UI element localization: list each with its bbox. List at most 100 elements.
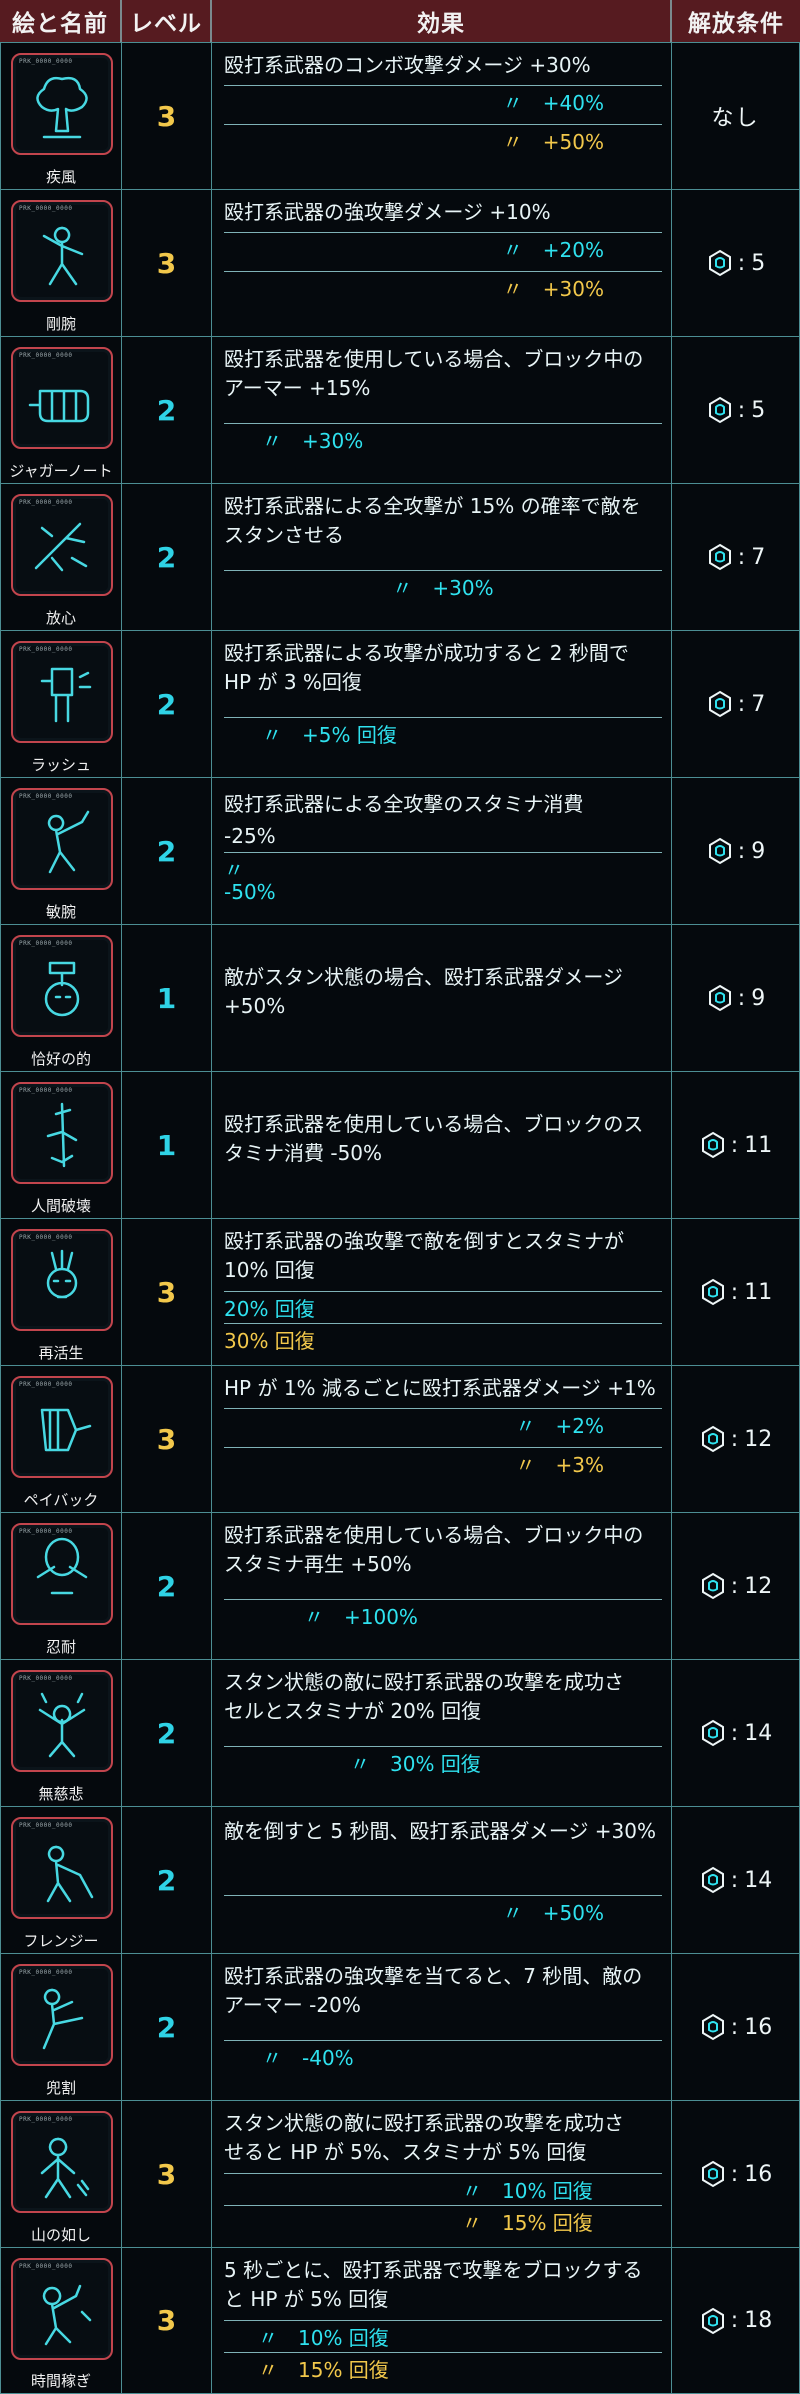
perk-effect-cell: 殴打系武器のコンボ攻撃ダメージ +30% 〃 +40% 〃 +50% — [212, 43, 672, 189]
perk-code: PRK_0000_0000 — [19, 1969, 73, 1976]
effect-line: アーマー +15% — [224, 376, 371, 400]
hexagon-head-icon — [701, 1572, 724, 1600]
effect-line: 敵がスタン状態の場合、殴打系武器ダメージ — [224, 965, 623, 989]
effect-divider — [224, 852, 662, 853]
effect-line: 〃 +5% 回復 — [262, 723, 397, 747]
perk-effect-cell: 殴打系武器の強攻撃で敵を倒すとスタミナが 10% 回復 20% 回復 30% 回復 — [212, 1219, 672, 1365]
unlock-requirement: :7 — [706, 543, 765, 571]
perk-code: PRK_0000_0000 — [19, 352, 73, 359]
effect-divider — [224, 1599, 662, 1600]
effect-line: 〃 -40% — [262, 2046, 354, 2070]
unlock-colon: : — [737, 691, 746, 717]
hexagon-head-icon — [701, 1131, 724, 1159]
perk-icon-cell: PRK_0000_0000 兜割 — [0, 1954, 122, 2100]
hexagon-head-icon — [701, 1719, 724, 1747]
effect-divider — [224, 85, 662, 86]
perk-icon-cell: PRK_0000_0000 恰好の的 — [0, 925, 122, 1071]
unlock-value: 14 — [744, 1867, 773, 1893]
perk-effect-cell: 殴打系武器を使用している場合、ブロックのス タミナ消費 -50% — [212, 1072, 672, 1218]
unlock-value: 12 — [744, 1573, 773, 1599]
effect-line: 30% 回復 — [224, 1329, 315, 1353]
perk-effect-cell: 殴打系武器を使用している場合、ブロック中の スタミナ再生 +50% 〃 +100% — [212, 1513, 672, 1659]
perk-effect-cell: スタン状態の敵に殴打系武器の攻撃を成功さ セルとスタミナが 20% 回復〃 30%… — [212, 1660, 672, 1806]
unlock-value: 11 — [744, 1132, 773, 1158]
hexagon-head-icon — [708, 249, 731, 277]
perk-effect-cell: HP が 1% 減るごとに殴打系武器ダメージ +1% 〃 +2% 〃 +3% — [212, 1366, 672, 1512]
perk-name: 人間破壊 — [30, 1197, 91, 1215]
unlock-cell: :5 — [672, 190, 800, 336]
effect-line: 殴打系武器を使用している場合、ブロック中の — [224, 347, 644, 371]
perk-level: 2 — [122, 1954, 212, 2100]
perk-name: 疾風 — [45, 168, 76, 186]
effect-line: 殴打系武器の強攻撃を当てると、7 秒間、敵の — [224, 1964, 643, 1988]
unlock-requirement: :11 — [699, 1131, 772, 1159]
perk-code: PRK_0000_0000 — [19, 793, 73, 800]
perk-code: PRK_0000_0000 — [19, 940, 73, 947]
unlock-value: 7 — [751, 691, 766, 717]
effect-divider — [224, 570, 662, 571]
unlock-value: なし — [711, 106, 760, 131]
perk-name: 剛腕 — [45, 315, 76, 333]
unlock-colon: : — [737, 985, 746, 1011]
unlock-requirement: :18 — [699, 2307, 772, 2335]
effect-line: 〃 +2% — [515, 1414, 605, 1438]
unlock-requirement: :11 — [699, 1278, 772, 1306]
effect-divider — [224, 2040, 662, 2041]
unlock-requirement: :9 — [706, 837, 765, 865]
perk-level: 3 — [122, 1366, 212, 1512]
perk-icon-cell: PRK_0000_0000 ジャガーノート — [0, 337, 122, 483]
perk-code: PRK_0000_0000 — [19, 205, 73, 212]
perk-effect-cell: 敵がスタン状態の場合、殴打系武器ダメージ +50% — [212, 925, 672, 1071]
effect-divider — [224, 2320, 662, 2321]
perk-level: 3 — [122, 1219, 212, 1365]
perk-effect-cell: 殴打系武器による全攻撃が 15% の確率で敵を スタンさせる〃 +30% — [212, 484, 672, 630]
perk-effect-cell: 敵を倒すと 5 秒間、殴打系武器ダメージ +30% 〃 +50% — [212, 1807, 672, 1953]
effect-divider — [224, 2205, 662, 2206]
perk-name: 恰好の的 — [30, 1050, 91, 1068]
effect-line: 〃 +40% — [502, 91, 604, 115]
unlock-cell: :9 — [672, 925, 800, 1071]
unlock-requirement: :14 — [699, 1866, 772, 1894]
hexagon-head-icon — [701, 1278, 724, 1306]
perk-level: 2 — [122, 1513, 212, 1659]
unlock-cell: :11 — [672, 1219, 800, 1365]
perk-icon-frame: PRK_0000_0000 — [11, 2258, 113, 2360]
mountain-figure-icon — [40, 2137, 90, 2199]
effect-line: 5 秒ごとに、殴打系武器で攻撃をブロックする — [224, 2258, 643, 2282]
hexagon-head-icon — [708, 543, 731, 571]
perk-icon-cell: PRK_0000_0000 人間破壊 — [0, 1072, 122, 1218]
unlock-value: 9 — [751, 985, 766, 1011]
effect-line: スタンさせる — [224, 523, 344, 547]
perk-level: 3 — [122, 2248, 212, 2393]
perk-level: 3 — [122, 2101, 212, 2247]
unlock-value: 16 — [744, 2161, 773, 2187]
swinging-fighter-icon — [47, 810, 90, 874]
effect-line: HP が 3 %回復 — [224, 670, 362, 694]
effect-line: 殴打系武器の強攻撃ダメージ +10% — [224, 200, 551, 224]
effect-divider — [224, 717, 662, 718]
perk-effect-cell: 殴打系武器の強攻撃ダメージ +10% 〃 +20% 〃 +30% — [212, 190, 672, 336]
effect-line: スタン状態の敵に殴打系武器の攻撃を成功さ — [224, 1670, 624, 1694]
unlock-cell: なし — [672, 43, 800, 189]
effect-line: 〃 +30% — [502, 277, 604, 301]
effect-line: セルとスタミナが 20% 回復 — [224, 1699, 482, 1723]
unlock-value: 14 — [744, 1720, 773, 1746]
perk-row: PRK_0000_0000 ペイバック 3 HP が 1% 減るごとに殴打系武器ダメー… — [0, 1365, 800, 1512]
unlock-cell: :7 — [672, 631, 800, 777]
perk-code: PRK_0000_0000 — [19, 1675, 73, 1682]
effect-divider — [224, 124, 662, 125]
effect-line: と HP が 5% 回復 — [224, 2287, 389, 2311]
perk-code: PRK_0000_0000 — [19, 58, 73, 65]
unlock-colon: : — [730, 1279, 739, 1305]
hexagon-head-icon — [708, 690, 731, 718]
effect-line: 〃 +20% — [502, 238, 604, 262]
perk-row: PRK_0000_0000 放心 2 殴打系武器による全攻撃が 15% の確率で敵をス… — [0, 483, 800, 630]
unlock-value: 12 — [744, 1426, 773, 1452]
perk-icon-cell: PRK_0000_0000 敏腕 — [0, 778, 122, 924]
effect-line: 〃 +50% — [502, 130, 604, 154]
perk-icon-cell: PRK_0000_0000 疾風 — [0, 43, 122, 189]
rushing-fist-icon — [40, 667, 92, 723]
perk-name: 敏腕 — [45, 903, 76, 921]
header-icon-name: 絵と名前 — [0, 0, 122, 42]
fist-icon — [28, 389, 90, 423]
